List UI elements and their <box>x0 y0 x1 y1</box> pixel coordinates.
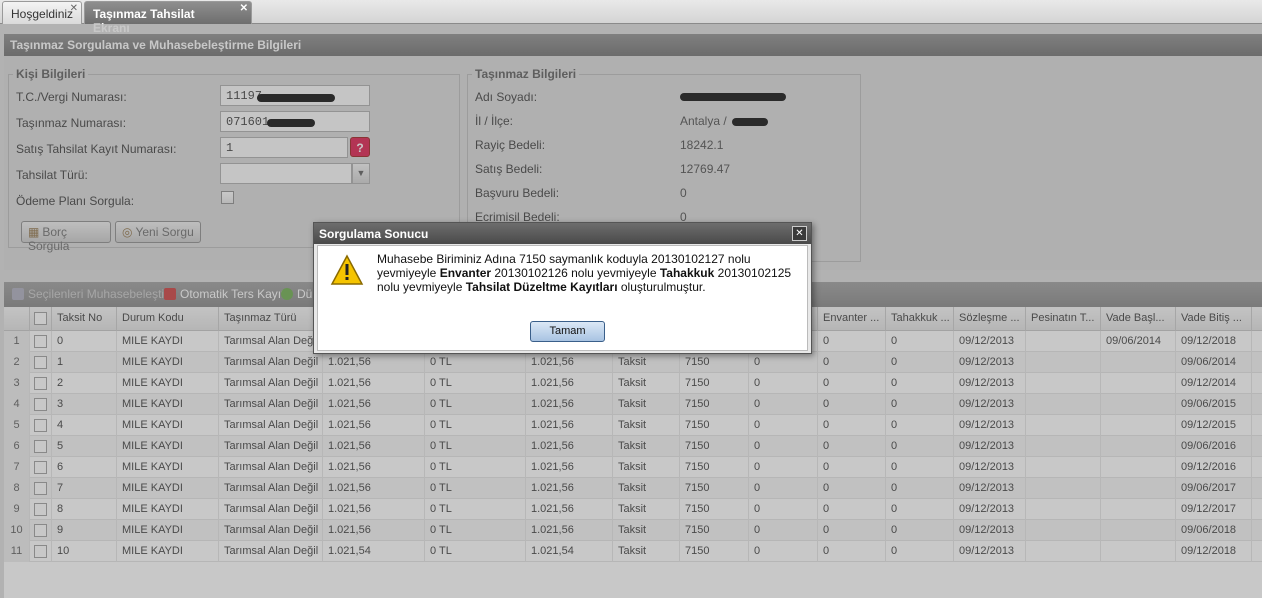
close-icon[interactable]: ✕ <box>240 3 248 14</box>
msg-bold: Tahakkuk <box>659 266 715 280</box>
tab-label: Hoşgeldiniz <box>11 7 74 21</box>
tamam-button[interactable]: Tamam <box>530 321 605 342</box>
tamam-label: Tamam <box>549 325 586 337</box>
msg-part: 20130102126 nolu yevmiyeyle <box>491 266 660 280</box>
msg-part: oluşturulmuştur. <box>617 280 706 294</box>
close-icon[interactable]: ✕ <box>70 3 78 14</box>
dialog-title-text: Sorgulama Sonucu <box>319 227 429 241</box>
warning-icon <box>330 254 364 285</box>
dialog-message: Muhasebe Biriminiz Adına 7150 saymanlık … <box>377 252 797 294</box>
tab-hosgeldiniz[interactable]: Hoşgeldiniz ✕ <box>2 1 82 24</box>
tab-bar: Hoşgeldiniz ✕ Taşınmaz Tahsilat Ekranı ✕ <box>0 0 1262 35</box>
sorgulama-sonucu-dialog: Sorgulama Sonucu ✕ Muhasebe Biriminiz Ad… <box>313 222 812 354</box>
dialog-body: Muhasebe Biriminiz Adına 7150 saymanlık … <box>317 245 808 351</box>
msg-bold: Tahsilat Düzeltme Kayıtları <box>465 280 618 294</box>
msg-bold: Envanter <box>439 266 492 280</box>
dialog-title: Sorgulama Sonucu <box>314 223 811 244</box>
close-icon[interactable]: ✕ <box>792 226 807 241</box>
tab-tasinmaz-tahsilat[interactable]: Taşınmaz Tahsilat Ekranı ✕ <box>84 1 252 35</box>
